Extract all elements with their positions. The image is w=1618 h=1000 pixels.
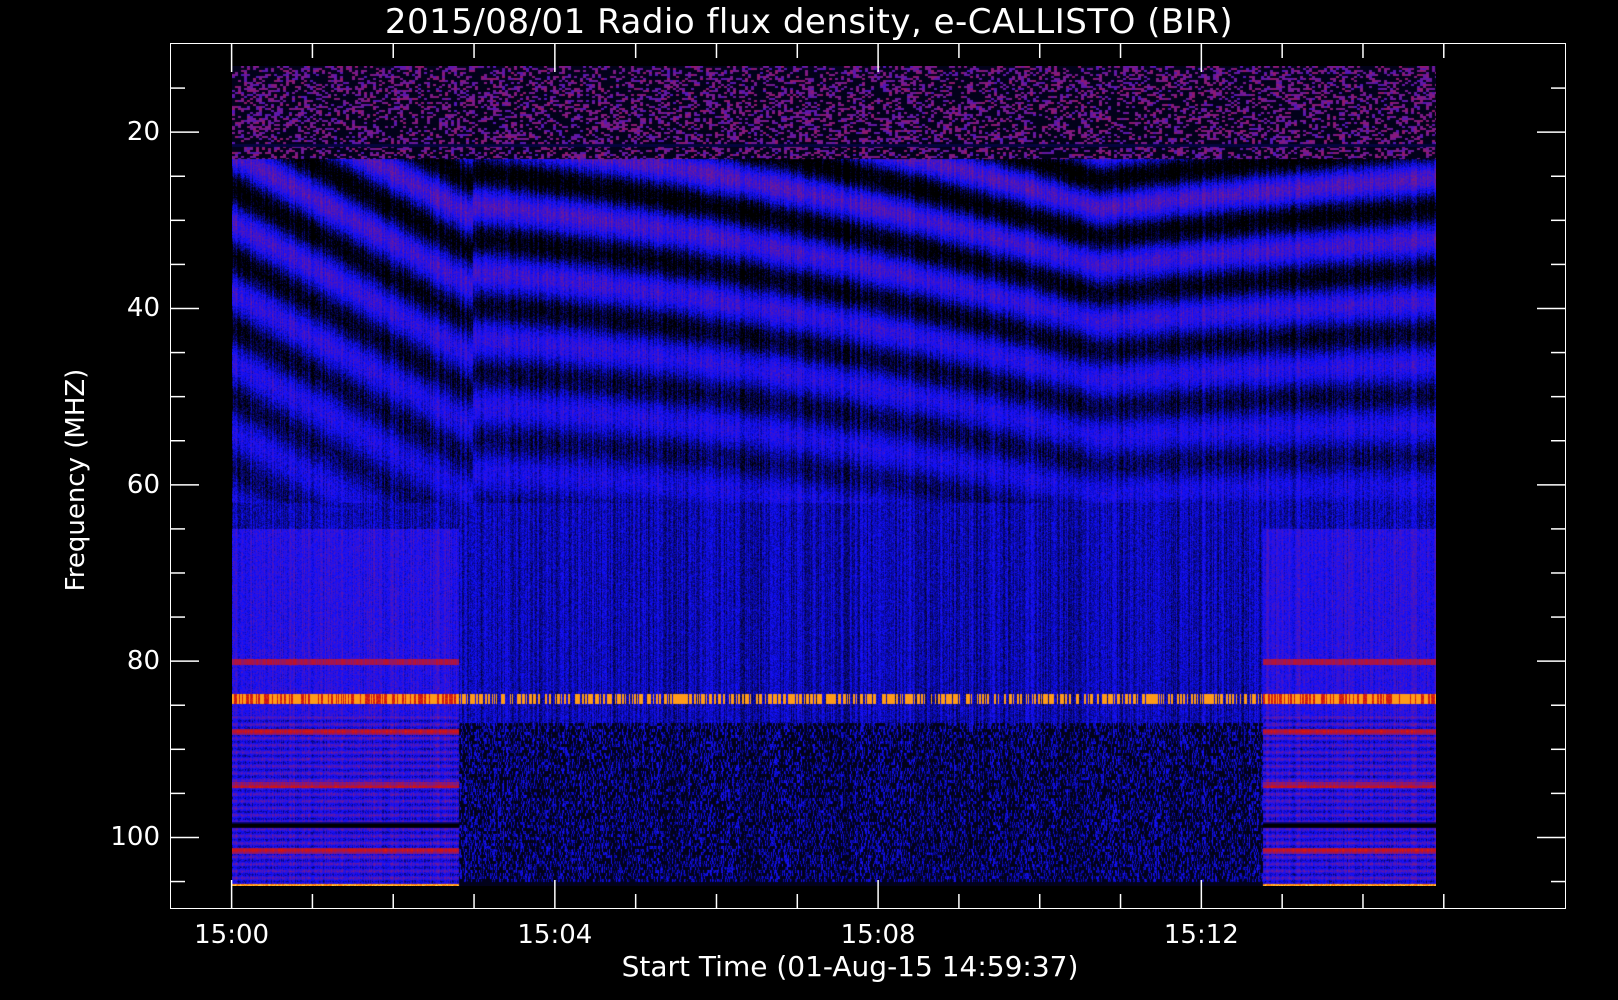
x-tick-label: 15:00 (194, 920, 270, 950)
x-tick-label: 15:08 (840, 920, 916, 950)
y-tick-label: 40 (126, 293, 160, 324)
y-tick-label: 20 (126, 117, 160, 148)
axis-ticks (171, 44, 1565, 908)
y-tick-label: 80 (126, 646, 160, 677)
x-tick-label: 15:12 (1163, 920, 1239, 950)
x-axis-label: Start Time (01-Aug-15 14:59:37) (621, 950, 1079, 983)
y-axis-label: Frequency (MHZ) (61, 368, 91, 592)
x-tick-label: 15:04 (517, 920, 593, 950)
y-tick-label: 100 (110, 822, 160, 853)
